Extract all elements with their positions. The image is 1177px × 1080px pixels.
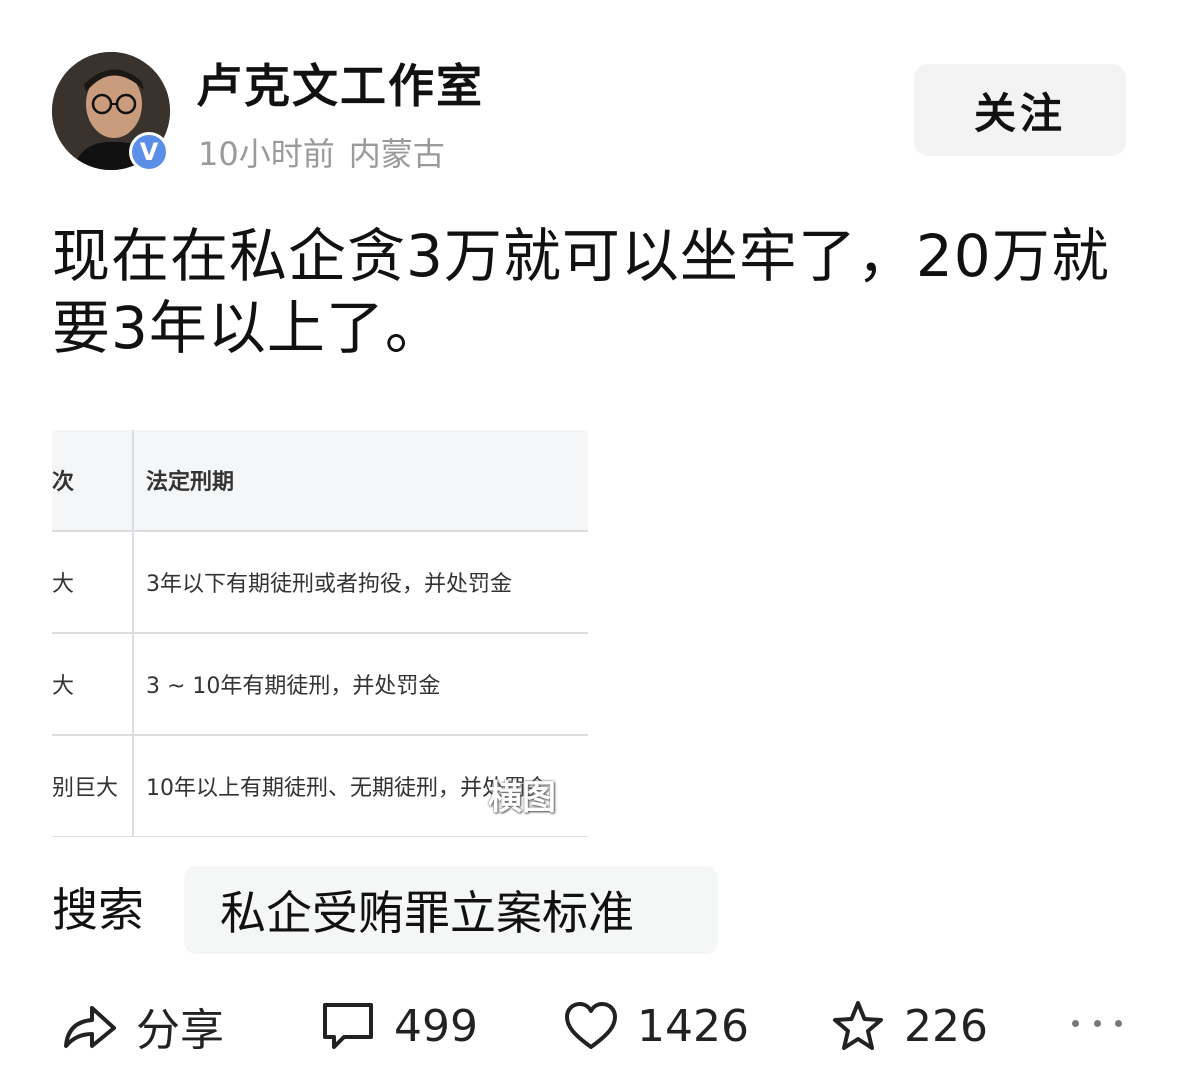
post-meta: 10小时前 内蒙古 xyxy=(198,134,445,174)
share-button[interactable]: 分享 xyxy=(60,994,224,1058)
share-icon xyxy=(64,1006,116,1048)
follow-button[interactable]: 关注 xyxy=(914,64,1126,156)
comment-count: 499 xyxy=(394,1000,478,1052)
table-cell: 3 ~ 10年有期徒刑，并处罚金 xyxy=(146,674,441,699)
table-header-cell: 法定刑期 xyxy=(146,470,235,495)
share-label: 分享 xyxy=(136,1005,224,1056)
image-watermark: 横图 xyxy=(488,778,556,818)
table-cell: 大 xyxy=(52,674,75,699)
favorite-count: 226 xyxy=(904,1000,988,1052)
post-time: 10小时前 xyxy=(198,135,335,173)
search-suggestion-chip[interactable]: 私企受贿罪立案标准 xyxy=(184,866,718,954)
heart-icon xyxy=(565,1002,617,1049)
table-cell: 别巨大 xyxy=(52,776,119,801)
post-text: 现在在私企贪3万就可以坐牢了，20万就要3年以上了。 xyxy=(52,222,1110,362)
table-cell: 3年以下有期徒刑或者拘役，并处罚金 xyxy=(146,572,512,597)
comment-icon xyxy=(323,1003,373,1049)
table-header-cell: 次 xyxy=(52,470,75,495)
table-divider xyxy=(132,430,134,837)
like-button[interactable]: 1426 xyxy=(563,994,749,1058)
author-name[interactable]: 卢克文工作室 xyxy=(196,58,484,114)
table-cell: 大 xyxy=(52,572,75,597)
post-location: 内蒙古 xyxy=(348,135,445,173)
favorite-button[interactable]: 226 xyxy=(830,994,988,1058)
more-icon[interactable] xyxy=(1072,1020,1122,1032)
comment-button[interactable]: 499 xyxy=(320,994,478,1058)
search-label: 搜索 xyxy=(52,883,144,937)
star-icon xyxy=(833,1001,883,1050)
verified-badge-icon: V xyxy=(129,132,169,172)
post-image-table[interactable]: 次 法定刑期 大 3年以下有期徒刑或者拘役，并处罚金 大 3 ~ 10年有期徒刑… xyxy=(52,430,590,837)
like-count: 1426 xyxy=(637,1000,749,1052)
